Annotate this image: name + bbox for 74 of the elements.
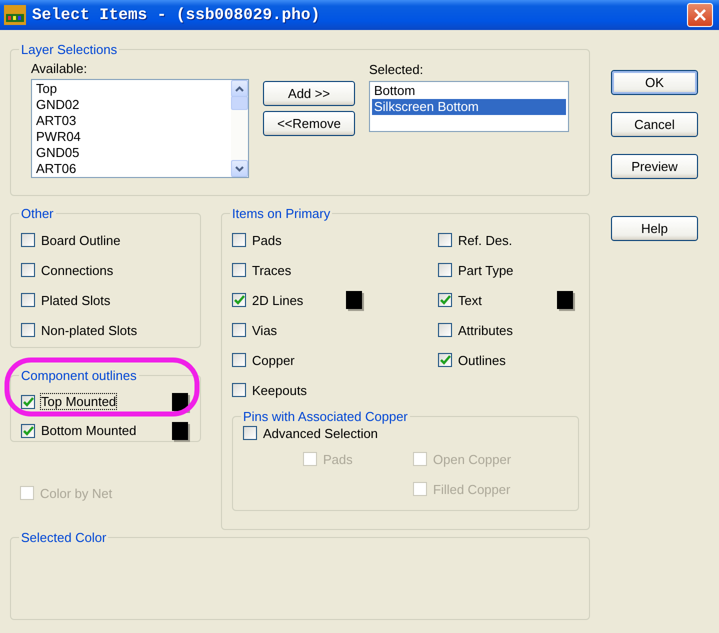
checkbox-label: Board Outline <box>41 232 120 248</box>
checkbox-label: Copper <box>252 352 295 368</box>
checkbox-label: Pads <box>323 452 353 466</box>
list-item[interactable]: GND02 <box>34 97 229 113</box>
group-title: Pins with Associated Copper <box>242 409 409 424</box>
group-title: Selected Color <box>20 530 108 545</box>
group-title: Items on Primary <box>231 206 332 221</box>
checkbox-label: Color by Net <box>40 486 112 500</box>
list-label: Selected: <box>369 62 424 77</box>
checkbox-label: Filled Copper <box>433 482 510 496</box>
checkbox[interactable] <box>438 353 452 367</box>
list-item[interactable]: ART03 <box>34 113 229 129</box>
close-button[interactable] <box>687 3 713 27</box>
checkbox-label: Outlines <box>458 352 506 368</box>
checkbox[interactable] <box>232 323 246 337</box>
checkbox-label: Top Mounted <box>41 394 116 409</box>
list-item[interactable]: Bottom <box>372 83 566 99</box>
dialog-button[interactable]: Help <box>611 216 698 241</box>
checkbox-label: Pads <box>252 232 282 248</box>
move-button[interactable]: <<Remove <box>263 111 355 136</box>
app-icon <box>4 5 26 25</box>
window-title: Select Items - (ssb008029.pho) <box>32 6 322 24</box>
checkbox[interactable] <box>21 293 35 307</box>
checkbox[interactable] <box>232 353 246 367</box>
group-title: Layer Selections <box>20 42 118 57</box>
checkbox[interactable] <box>21 263 35 277</box>
dialog-button[interactable]: Preview <box>611 154 698 179</box>
group-title: Other <box>20 206 55 221</box>
checkbox-label: Non-plated Slots <box>41 322 138 338</box>
checkbox-label: 2D Lines <box>252 292 304 308</box>
color-swatch[interactable] <box>346 291 362 309</box>
checkbox-label: Traces <box>252 262 292 278</box>
checkbox[interactable] <box>232 293 246 307</box>
checkbox[interactable] <box>21 394 35 408</box>
color-swatch[interactable] <box>557 291 573 309</box>
color-swatch[interactable] <box>172 422 188 440</box>
scrollbar-thumb[interactable] <box>231 96 248 110</box>
checkbox[interactable] <box>438 233 452 247</box>
dialog-button[interactable]: Cancel <box>611 112 698 137</box>
checkbox-label: Connections <box>41 262 114 278</box>
checkbox[interactable] <box>438 323 452 337</box>
list-item[interactable]: Top <box>34 81 229 97</box>
checkbox-label: Vias <box>252 322 278 338</box>
list-item[interactable]: GND05 <box>34 145 229 161</box>
checkbox-label: Open Copper <box>433 452 512 466</box>
list-item[interactable]: Silkscreen Bottom <box>372 99 566 115</box>
checkbox-label: Keepouts <box>252 382 307 398</box>
checkbox-label: Plated Slots <box>41 292 110 308</box>
color-swatch[interactable] <box>172 392 188 410</box>
checkbox[interactable] <box>232 263 246 277</box>
available-list[interactable]: Top GND02 ART03 PWR04 GND05 ART06 <box>31 79 249 178</box>
checkbox[interactable] <box>243 426 257 440</box>
checkbox[interactable] <box>232 383 246 397</box>
checkbox-label: Advanced Selection <box>263 426 378 440</box>
close-icon <box>692 7 708 23</box>
checkbox[interactable] <box>21 424 35 438</box>
checkbox-label: Attributes <box>458 322 513 338</box>
checkbox[interactable] <box>232 233 246 247</box>
group-title: Component outlines <box>20 368 138 383</box>
dialog-button[interactable]: OK <box>611 70 698 95</box>
list-item[interactable]: PWR04 <box>34 129 229 145</box>
move-button[interactable]: Add >> <box>263 81 355 106</box>
selected-list[interactable]: Bottom Silkscreen Bottom <box>369 81 569 132</box>
checkbox-label: Bottom Mounted <box>41 423 136 438</box>
checkbox[interactable] <box>21 323 35 337</box>
checkbox-label: Part Type <box>458 262 514 278</box>
list-item[interactable]: ART06 <box>34 161 229 177</box>
checkbox[interactable] <box>438 293 452 307</box>
list-label: Available: <box>31 61 88 76</box>
checkbox-label: Ref. Des. <box>458 232 512 248</box>
checkbox[interactable] <box>438 263 452 277</box>
scrollbar[interactable] <box>231 80 248 177</box>
checkbox[interactable] <box>21 233 35 247</box>
checkbox-label: Text <box>458 292 482 308</box>
